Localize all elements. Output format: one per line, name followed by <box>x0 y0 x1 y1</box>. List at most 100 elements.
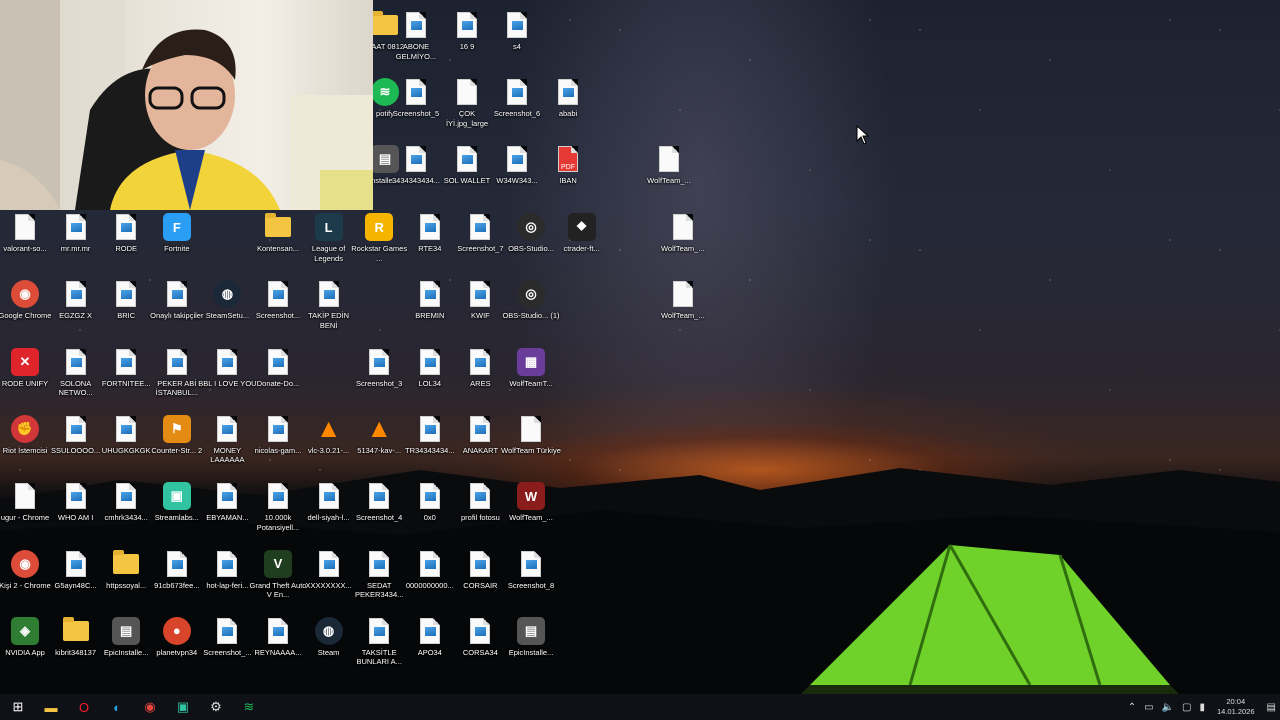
rode-unify-app-icon: ✕ <box>11 347 39 376</box>
fortnite-app-icon: F <box>162 213 191 241</box>
nvidia-app-app-icon: ◈ <box>11 616 39 645</box>
image-file-icon <box>65 550 86 577</box>
desktop-icon-wolfteamt[interactable]: ▦ WolfTeamT... <box>501 341 561 408</box>
network-icon[interactable]: ▭ <box>1144 702 1153 713</box>
file-icon <box>672 214 693 240</box>
folder-icon <box>265 213 291 237</box>
desktop-icon-obs-studio-1[interactable]: ◎ OBS-Studio... (1) <box>501 273 561 340</box>
desktop-icon-label: WolfTeam_... <box>660 244 705 253</box>
51347-kav-app-icon: ▲ <box>366 413 393 444</box>
streamlabs-app-icon: ▣ <box>162 482 191 511</box>
desktop-icon-fortnite[interactable]: F Fortnite <box>147 206 207 273</box>
desktop-icon-label: Fortnite <box>164 244 190 253</box>
obs-studio-app-icon: ◎ <box>517 213 545 241</box>
image-file-icon <box>217 415 238 442</box>
desktop-icon-label: WolfTeam_... <box>509 513 553 523</box>
image-file-icon <box>406 79 426 105</box>
ki-i-2-chrome-app-icon: ◉ <box>11 549 39 578</box>
desktop-icon-epicinstalle[interactable]: ▤ EpicInstalle... <box>501 610 561 677</box>
counter-str-2-app-icon: ⚑ <box>162 414 191 443</box>
image-file-icon <box>116 214 137 240</box>
microphone-icon[interactable]: ▮ <box>1199 702 1205 713</box>
desktop-icon-label: WolfTeam Türkiye <box>501 445 561 455</box>
chrome-icon[interactable]: ◉ <box>135 694 165 720</box>
image-file-icon <box>268 348 288 375</box>
desktop-icon-label: TAKİP EDİN BENİ <box>308 311 350 330</box>
desktop-icon-wolfteam[interactable]: WolfTeam_... <box>639 138 699 205</box>
steam-app-icon: ◍ <box>314 616 343 645</box>
rockstar-games-app-icon: R <box>365 213 394 241</box>
image-file-icon <box>470 214 491 240</box>
desktop-icon-label: Screenshot_8 <box>507 580 555 590</box>
image-file-icon <box>217 483 238 510</box>
file-icon <box>457 79 477 105</box>
image-file-icon <box>65 483 86 510</box>
image-file-icon <box>116 483 137 510</box>
desktop-icon-wolfteam-t-rkiye[interactable]: WolfTeam Türkiye <box>501 408 561 475</box>
desktop-icon-label: s4 <box>513 42 521 51</box>
desktop-icon-label: WolfTeamT... <box>509 378 553 388</box>
image-file-icon <box>65 281 86 308</box>
image-file-icon <box>318 281 339 308</box>
image-file-icon <box>318 483 339 510</box>
image-file-icon <box>268 483 288 510</box>
image-file-icon <box>65 415 86 442</box>
file-icon <box>15 214 35 240</box>
desktop-icon-wolfteam[interactable]: WolfTeam_... <box>653 206 713 273</box>
file-explorer-icon[interactable]: ▬ <box>36 694 66 720</box>
volume-icon[interactable]: 🔈 <box>1162 702 1174 713</box>
desktop-icon-iban[interactable]: PDF IBAN <box>538 138 598 205</box>
display-icon[interactable]: ▢ <box>1182 702 1191 713</box>
file-icon <box>672 281 693 308</box>
image-file-icon <box>419 483 440 510</box>
wolfteamt-app-icon: ▦ <box>517 347 545 376</box>
obs-studio-1-app-icon: ◎ <box>517 280 545 309</box>
image-file-icon <box>65 348 86 375</box>
image-file-icon <box>369 483 390 510</box>
image-file-icon <box>470 281 491 308</box>
settings-icon[interactable]: ⚙ <box>201 694 231 720</box>
image-file-icon <box>369 550 390 577</box>
desktop-icon-label: WolfTeam_... <box>647 176 691 185</box>
desktop-icon-label: ababi <box>558 109 578 118</box>
desktop-icon-wolfteam[interactable]: W WolfTeam_... <box>501 475 561 542</box>
image-file-icon <box>470 348 491 375</box>
image-file-icon <box>116 281 137 308</box>
desktop-icon-donate-do[interactable]: Donate-Do... <box>248 341 308 408</box>
system-tray: ⌃ ▭ 🔈 ▢ ▮ 20:04 14.01.2026 ▤ <box>1124 694 1280 720</box>
clock[interactable]: 20:04 14.01.2026 <box>1217 697 1255 717</box>
start-button[interactable]: ⊞ <box>3 694 33 720</box>
desktop-icon-screenshot-8[interactable]: Screenshot_8 <box>501 543 561 610</box>
image-file-icon <box>558 79 578 105</box>
streamlabs-icon[interactable]: ▣ <box>168 694 198 720</box>
image-file-icon <box>507 79 527 105</box>
spotify-icon[interactable]: ≋ <box>234 694 264 720</box>
desktop-icon-label: IBAN <box>559 176 577 185</box>
desktop-icon-taki-p-edi-n-beni[interactable]: TAKİP EDİN BENİ <box>299 273 359 340</box>
desktop: valorant-so... mr.mr.mr RODE F Fortnite Konte… <box>0 0 1280 694</box>
desktop-icon-s4[interactable]: s4 <box>487 4 547 71</box>
desktop-icon-label: WolfTeam_... <box>660 311 705 321</box>
image-file-icon <box>217 550 238 577</box>
desktop-icon-ctrader-ft[interactable]: ⯁ ctrader-ft... <box>552 206 612 273</box>
image-file-icon <box>470 550 491 577</box>
taskbar: ⊞ ▬ O ◐ ◉ ▣ ⚙ ≋ ⌃ ▭ 🔈 ▢ ▮ 20:04 14.01.2026 ▤ <box>0 694 1280 720</box>
clock-time: 20:04 <box>1226 697 1246 706</box>
desktop-icon-wolfteam[interactable]: WolfTeam_... <box>653 273 713 340</box>
chevron-up-icon[interactable]: ⌃ <box>1128 702 1136 713</box>
image-file-icon <box>166 550 187 577</box>
opera-icon[interactable]: O <box>69 694 99 720</box>
green-tent <box>801 544 1179 694</box>
edge-icon[interactable]: ◐ <box>102 694 132 720</box>
desktop-icon-ababi[interactable]: ababi <box>538 71 598 138</box>
image-file-icon <box>166 281 187 308</box>
desktop-icon-label: OBS-Studio... (1) <box>502 311 560 321</box>
file-icon <box>15 483 35 510</box>
image-file-icon <box>406 12 426 38</box>
pdf-icon: PDF <box>558 146 578 172</box>
image-file-icon <box>318 550 339 577</box>
notification-icon[interactable]: ▤ <box>1267 702 1276 713</box>
desktop-icon-label: ctrader-ft... <box>563 244 600 253</box>
image-file-icon <box>419 214 440 240</box>
desktop-icon-label: EpicInstalle... <box>508 647 554 657</box>
